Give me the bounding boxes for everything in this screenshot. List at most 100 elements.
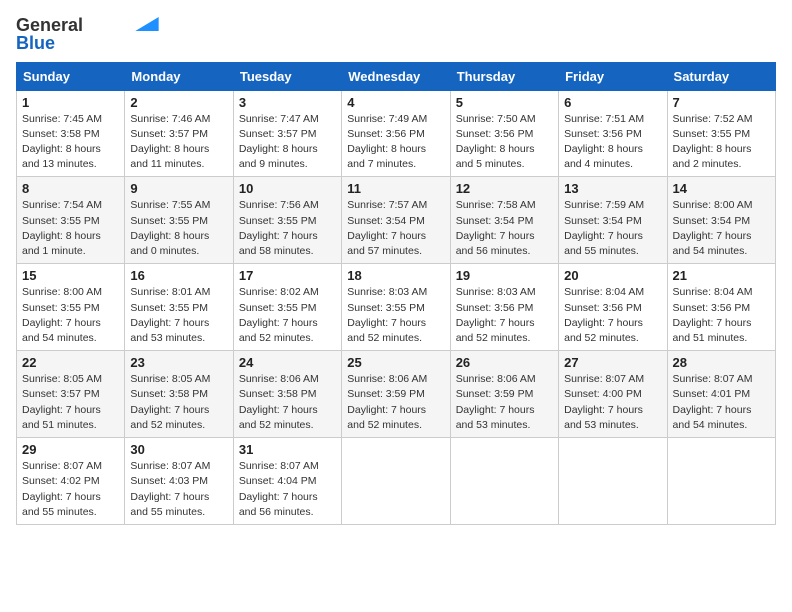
calendar-cell: 1 Sunrise: 7:45 AMSunset: 3:58 PMDayligh… bbox=[17, 90, 125, 177]
calendar-cell: 27 Sunrise: 8:07 AMSunset: 4:00 PMDaylig… bbox=[559, 351, 667, 438]
calendar-cell: 29 Sunrise: 8:07 AMSunset: 4:02 PMDaylig… bbox=[17, 438, 125, 525]
calendar-cell: 2 Sunrise: 7:46 AMSunset: 3:57 PMDayligh… bbox=[125, 90, 233, 177]
day-number: 19 bbox=[456, 268, 553, 283]
calendar-cell: 19 Sunrise: 8:03 AMSunset: 3:56 PMDaylig… bbox=[450, 264, 558, 351]
day-detail: Sunrise: 8:02 AMSunset: 3:55 PMDaylight:… bbox=[239, 285, 336, 346]
calendar-header-wednesday: Wednesday bbox=[342, 62, 450, 90]
day-number: 10 bbox=[239, 181, 336, 196]
day-number: 4 bbox=[347, 95, 444, 110]
calendar-header-tuesday: Tuesday bbox=[233, 62, 341, 90]
day-number: 20 bbox=[564, 268, 661, 283]
logo: General Blue bbox=[16, 16, 159, 54]
day-detail: Sunrise: 7:58 AMSunset: 3:54 PMDaylight:… bbox=[456, 198, 553, 259]
day-detail: Sunrise: 7:56 AMSunset: 3:55 PMDaylight:… bbox=[239, 198, 336, 259]
day-detail: Sunrise: 8:00 AMSunset: 3:55 PMDaylight:… bbox=[22, 285, 119, 346]
calendar-header-saturday: Saturday bbox=[667, 62, 775, 90]
day-number: 16 bbox=[130, 268, 227, 283]
calendar-cell: 13 Sunrise: 7:59 AMSunset: 3:54 PMDaylig… bbox=[559, 177, 667, 264]
day-detail: Sunrise: 8:05 AMSunset: 3:58 PMDaylight:… bbox=[130, 372, 227, 433]
day-number: 8 bbox=[22, 181, 119, 196]
day-detail: Sunrise: 8:00 AMSunset: 3:54 PMDaylight:… bbox=[673, 198, 770, 259]
day-number: 24 bbox=[239, 355, 336, 370]
calendar-table: SundayMondayTuesdayWednesdayThursdayFrid… bbox=[16, 62, 776, 525]
day-detail: Sunrise: 7:55 AMSunset: 3:55 PMDaylight:… bbox=[130, 198, 227, 259]
day-number: 21 bbox=[673, 268, 770, 283]
day-number: 31 bbox=[239, 442, 336, 457]
day-number: 28 bbox=[673, 355, 770, 370]
calendar-week-1: 1 Sunrise: 7:45 AMSunset: 3:58 PMDayligh… bbox=[17, 90, 776, 177]
day-detail: Sunrise: 8:06 AMSunset: 3:58 PMDaylight:… bbox=[239, 372, 336, 433]
calendar-cell: 11 Sunrise: 7:57 AMSunset: 3:54 PMDaylig… bbox=[342, 177, 450, 264]
day-detail: Sunrise: 8:04 AMSunset: 3:56 PMDaylight:… bbox=[673, 285, 770, 346]
page-header: General Blue bbox=[16, 16, 776, 54]
day-number: 2 bbox=[130, 95, 227, 110]
day-detail: Sunrise: 7:50 AMSunset: 3:56 PMDaylight:… bbox=[456, 112, 553, 173]
calendar-cell bbox=[450, 438, 558, 525]
day-number: 15 bbox=[22, 268, 119, 283]
calendar-header-row: SundayMondayTuesdayWednesdayThursdayFrid… bbox=[17, 62, 776, 90]
day-detail: Sunrise: 8:07 AMSunset: 4:00 PMDaylight:… bbox=[564, 372, 661, 433]
calendar-week-2: 8 Sunrise: 7:54 AMSunset: 3:55 PMDayligh… bbox=[17, 177, 776, 264]
day-detail: Sunrise: 8:06 AMSunset: 3:59 PMDaylight:… bbox=[347, 372, 444, 433]
day-number: 3 bbox=[239, 95, 336, 110]
day-number: 9 bbox=[130, 181, 227, 196]
calendar-cell bbox=[667, 438, 775, 525]
day-detail: Sunrise: 7:47 AMSunset: 3:57 PMDaylight:… bbox=[239, 112, 336, 173]
day-detail: Sunrise: 8:07 AMSunset: 4:02 PMDaylight:… bbox=[22, 459, 119, 520]
calendar-cell: 22 Sunrise: 8:05 AMSunset: 3:57 PMDaylig… bbox=[17, 351, 125, 438]
calendar-cell: 5 Sunrise: 7:50 AMSunset: 3:56 PMDayligh… bbox=[450, 90, 558, 177]
calendar-cell: 30 Sunrise: 8:07 AMSunset: 4:03 PMDaylig… bbox=[125, 438, 233, 525]
day-detail: Sunrise: 8:05 AMSunset: 3:57 PMDaylight:… bbox=[22, 372, 119, 433]
day-detail: Sunrise: 7:52 AMSunset: 3:55 PMDaylight:… bbox=[673, 112, 770, 173]
day-detail: Sunrise: 8:07 AMSunset: 4:01 PMDaylight:… bbox=[673, 372, 770, 433]
calendar-cell: 23 Sunrise: 8:05 AMSunset: 3:58 PMDaylig… bbox=[125, 351, 233, 438]
day-number: 11 bbox=[347, 181, 444, 196]
calendar-header-thursday: Thursday bbox=[450, 62, 558, 90]
calendar-cell: 21 Sunrise: 8:04 AMSunset: 3:56 PMDaylig… bbox=[667, 264, 775, 351]
calendar-cell: 31 Sunrise: 8:07 AMSunset: 4:04 PMDaylig… bbox=[233, 438, 341, 525]
calendar-cell bbox=[342, 438, 450, 525]
day-number: 12 bbox=[456, 181, 553, 196]
calendar-cell bbox=[559, 438, 667, 525]
calendar-cell: 3 Sunrise: 7:47 AMSunset: 3:57 PMDayligh… bbox=[233, 90, 341, 177]
day-number: 14 bbox=[673, 181, 770, 196]
day-detail: Sunrise: 7:45 AMSunset: 3:58 PMDaylight:… bbox=[22, 112, 119, 173]
day-detail: Sunrise: 8:01 AMSunset: 3:55 PMDaylight:… bbox=[130, 285, 227, 346]
day-number: 7 bbox=[673, 95, 770, 110]
calendar-body: 1 Sunrise: 7:45 AMSunset: 3:58 PMDayligh… bbox=[17, 90, 776, 524]
day-number: 22 bbox=[22, 355, 119, 370]
calendar-cell: 6 Sunrise: 7:51 AMSunset: 3:56 PMDayligh… bbox=[559, 90, 667, 177]
calendar-cell: 7 Sunrise: 7:52 AMSunset: 3:55 PMDayligh… bbox=[667, 90, 775, 177]
calendar-cell: 10 Sunrise: 7:56 AMSunset: 3:55 PMDaylig… bbox=[233, 177, 341, 264]
calendar-header-friday: Friday bbox=[559, 62, 667, 90]
calendar-cell: 28 Sunrise: 8:07 AMSunset: 4:01 PMDaylig… bbox=[667, 351, 775, 438]
calendar-cell: 12 Sunrise: 7:58 AMSunset: 3:54 PMDaylig… bbox=[450, 177, 558, 264]
day-number: 13 bbox=[564, 181, 661, 196]
day-detail: Sunrise: 7:54 AMSunset: 3:55 PMDaylight:… bbox=[22, 198, 119, 259]
day-detail: Sunrise: 8:07 AMSunset: 4:04 PMDaylight:… bbox=[239, 459, 336, 520]
calendar-cell: 26 Sunrise: 8:06 AMSunset: 3:59 PMDaylig… bbox=[450, 351, 558, 438]
calendar-cell: 17 Sunrise: 8:02 AMSunset: 3:55 PMDaylig… bbox=[233, 264, 341, 351]
day-number: 18 bbox=[347, 268, 444, 283]
calendar-cell: 4 Sunrise: 7:49 AMSunset: 3:56 PMDayligh… bbox=[342, 90, 450, 177]
calendar-cell: 8 Sunrise: 7:54 AMSunset: 3:55 PMDayligh… bbox=[17, 177, 125, 264]
day-number: 1 bbox=[22, 95, 119, 110]
day-number: 27 bbox=[564, 355, 661, 370]
day-number: 17 bbox=[239, 268, 336, 283]
calendar-week-3: 15 Sunrise: 8:00 AMSunset: 3:55 PMDaylig… bbox=[17, 264, 776, 351]
day-detail: Sunrise: 7:51 AMSunset: 3:56 PMDaylight:… bbox=[564, 112, 661, 173]
calendar-cell: 9 Sunrise: 7:55 AMSunset: 3:55 PMDayligh… bbox=[125, 177, 233, 264]
logo-blue: Blue bbox=[16, 34, 55, 54]
day-detail: Sunrise: 8:07 AMSunset: 4:03 PMDaylight:… bbox=[130, 459, 227, 520]
calendar-week-4: 22 Sunrise: 8:05 AMSunset: 3:57 PMDaylig… bbox=[17, 351, 776, 438]
calendar-cell: 20 Sunrise: 8:04 AMSunset: 3:56 PMDaylig… bbox=[559, 264, 667, 351]
calendar-cell: 16 Sunrise: 8:01 AMSunset: 3:55 PMDaylig… bbox=[125, 264, 233, 351]
calendar-week-5: 29 Sunrise: 8:07 AMSunset: 4:02 PMDaylig… bbox=[17, 438, 776, 525]
day-number: 29 bbox=[22, 442, 119, 457]
calendar-cell: 18 Sunrise: 8:03 AMSunset: 3:55 PMDaylig… bbox=[342, 264, 450, 351]
day-detail: Sunrise: 8:03 AMSunset: 3:56 PMDaylight:… bbox=[456, 285, 553, 346]
day-detail: Sunrise: 7:49 AMSunset: 3:56 PMDaylight:… bbox=[347, 112, 444, 173]
day-detail: Sunrise: 7:57 AMSunset: 3:54 PMDaylight:… bbox=[347, 198, 444, 259]
day-number: 25 bbox=[347, 355, 444, 370]
day-number: 6 bbox=[564, 95, 661, 110]
